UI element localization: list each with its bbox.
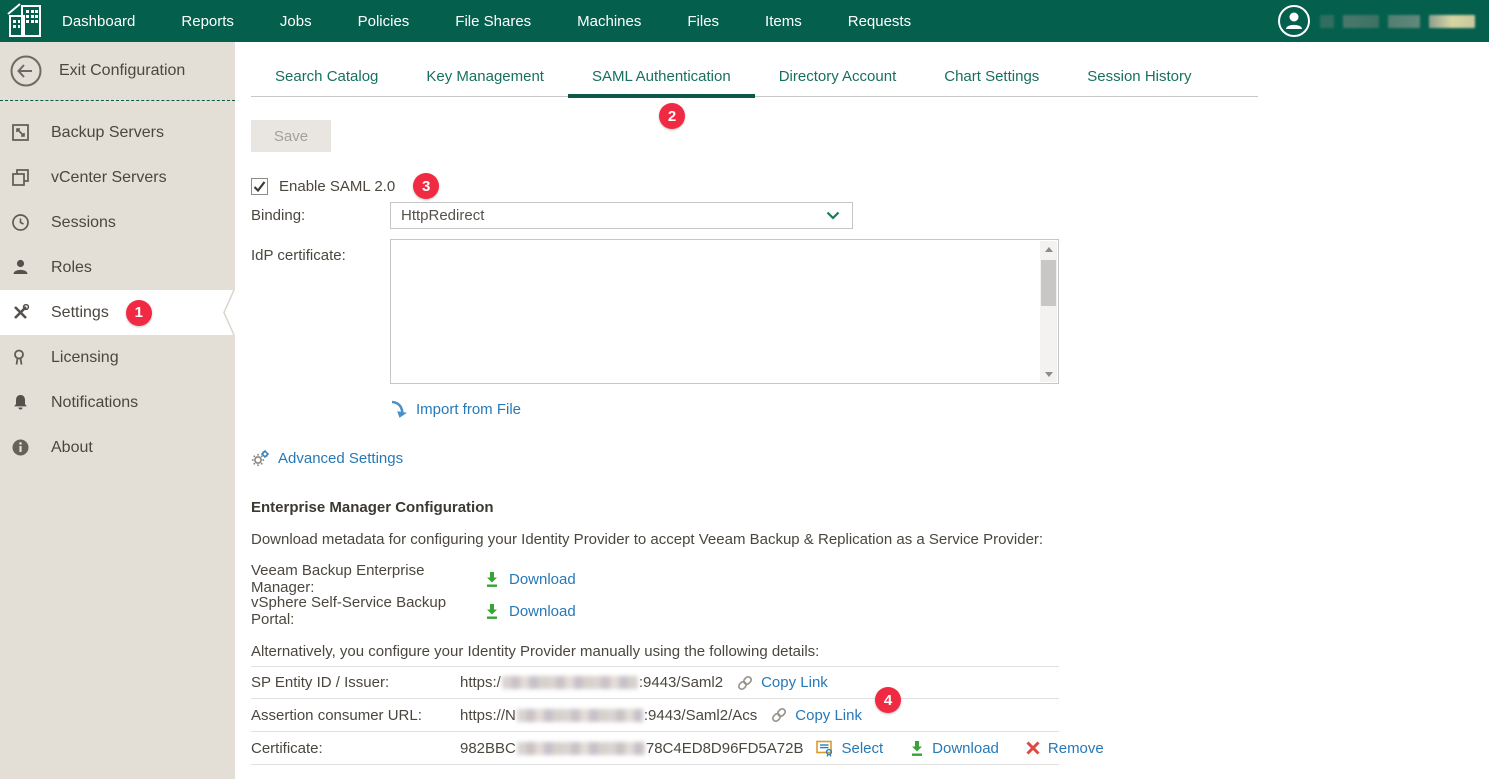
sidebar-item-licensing[interactable]: Licensing [0, 335, 235, 380]
manual-configuration-intro: Alternatively, you configure your Identi… [251, 643, 819, 660]
nav-item-file-shares[interactable]: File Shares [455, 13, 531, 30]
download-icon [484, 571, 500, 588]
sidebar-item-notifications[interactable]: Notifications [0, 380, 235, 425]
nav-item-policies[interactable]: Policies [358, 13, 410, 30]
sidebar-item-settings[interactable]: Settings 1 [0, 290, 235, 335]
scrollbar-thumb[interactable] [1041, 260, 1056, 306]
backup-servers-icon [11, 123, 30, 142]
exit-configuration-button[interactable]: Exit Configuration [0, 42, 235, 100]
download-link[interactable]: Download [509, 603, 576, 620]
scroll-up-button[interactable] [1040, 241, 1057, 257]
copy-link-icon [736, 674, 754, 692]
sidebar-item-vcenter-servers[interactable]: vCenter Servers [0, 155, 235, 200]
tab-session-history[interactable]: Session History [1063, 66, 1215, 96]
tab-saml-authentication[interactable]: SAML Authentication [568, 66, 755, 98]
callout-badge-4: 4 [875, 687, 901, 713]
notifications-bell-icon [11, 393, 30, 412]
licensing-award-icon [11, 348, 30, 367]
nav-menu: Dashboard Reports Jobs Policies File Sha… [62, 13, 911, 30]
nav-item-items[interactable]: Items [765, 13, 802, 30]
select-certificate-icon [816, 740, 834, 757]
scroll-down-button[interactable] [1040, 366, 1057, 382]
veeam-backup-em-download-row: Veeam Backup Enterprise Manager: Downloa… [251, 562, 576, 596]
nav-item-jobs[interactable]: Jobs [280, 13, 312, 30]
import-from-file-link[interactable]: Import from File [390, 400, 521, 418]
sidebar-item-backup-servers[interactable]: Backup Servers [0, 110, 235, 155]
redacted-host [517, 709, 643, 722]
about-info-icon [11, 438, 30, 457]
settings-content: Search Catalog Key Management SAML Authe… [235, 42, 1489, 779]
download-icon [909, 740, 925, 757]
nav-item-requests[interactable]: Requests [848, 13, 911, 30]
sp-entity-id-row: SP Entity ID / Issuer: https:/:9443/Saml… [251, 666, 1059, 699]
binding-dropdown[interactable]: HttpRedirect [390, 202, 853, 229]
nav-item-files[interactable]: Files [687, 13, 719, 30]
sidebar-separator [0, 100, 235, 101]
settings-tools-icon [11, 303, 30, 322]
veeam-logo-icon [0, 0, 54, 42]
settings-tabs: Search Catalog Key Management SAML Authe… [251, 66, 1258, 97]
callout-badge-1: 1 [126, 300, 152, 326]
copy-link[interactable]: Copy Link [795, 707, 862, 724]
remove-x-icon [1025, 740, 1041, 756]
sidebar-item-about[interactable]: About [0, 425, 235, 470]
enterprise-manager-configuration-heading: Enterprise Manager Configuration [251, 499, 494, 516]
certificate-row: Certificate: 982BBC78C4ED8D96FD5A72B Sel… [251, 732, 1059, 765]
sidebar-item-roles[interactable]: Roles [0, 245, 235, 290]
select-link[interactable]: Select [841, 740, 883, 757]
nav-item-reports[interactable]: Reports [181, 13, 234, 30]
assertion-consumer-url-row: Assertion consumer URL: https://N:9443/S… [251, 699, 1059, 732]
enable-saml-label: Enable SAML 2.0 [279, 178, 395, 195]
exit-configuration-label: Exit Configuration [59, 62, 185, 80]
callout-badge-3: 3 [413, 173, 439, 199]
top-navigation: Dashboard Reports Jobs Policies File Sha… [0, 0, 1489, 42]
chevron-down-icon [826, 211, 840, 220]
user-avatar-icon[interactable] [1277, 4, 1311, 38]
download-link[interactable]: Download [509, 571, 576, 588]
idp-certificate-textarea[interactable] [390, 239, 1059, 384]
nav-item-machines[interactable]: Machines [577, 13, 641, 30]
idp-certificate-label: IdP certificate: [251, 247, 346, 264]
callout-badge-2: 2 [659, 103, 685, 129]
redacted-username-block [1320, 15, 1334, 28]
tab-key-management[interactable]: Key Management [402, 66, 568, 96]
textarea-scrollbar[interactable] [1040, 241, 1057, 382]
import-arrow-icon [390, 400, 407, 418]
remove-link[interactable]: Remove [1048, 740, 1104, 757]
redacted-host [502, 676, 638, 689]
sessions-clock-icon [11, 213, 30, 232]
binding-label: Binding: [251, 207, 305, 224]
gears-icon [251, 449, 270, 467]
download-link[interactable]: Download [932, 740, 999, 757]
copy-link[interactable]: Copy Link [761, 674, 828, 691]
sp-details-table: SP Entity ID / Issuer: https:/:9443/Saml… [251, 666, 1059, 765]
tab-search-catalog[interactable]: Search Catalog [251, 66, 402, 96]
redacted-username-block [1388, 15, 1420, 28]
active-item-notch [223, 290, 235, 335]
vcenter-servers-icon [11, 168, 30, 187]
redacted-username-block [1343, 15, 1379, 28]
nav-item-dashboard[interactable]: Dashboard [62, 13, 135, 30]
enable-saml-checkbox[interactable] [251, 178, 268, 195]
save-button[interactable]: Save [251, 120, 331, 152]
binding-selected-value: HttpRedirect [401, 207, 484, 224]
download-metadata-description: Download metadata for configuring your I… [251, 531, 1043, 548]
download-icon [484, 603, 500, 620]
tab-directory-account[interactable]: Directory Account [755, 66, 921, 96]
vsphere-portal-download-row: vSphere Self-Service Backup Portal: Down… [251, 594, 576, 628]
redacted-thumbprint [517, 742, 645, 755]
copy-link-icon [770, 706, 788, 724]
tab-chart-settings[interactable]: Chart Settings [920, 66, 1063, 96]
advanced-settings-link[interactable]: Advanced Settings [251, 449, 403, 467]
configuration-sidebar: Exit Configuration Backup Servers vCente… [0, 42, 235, 779]
redacted-username-block [1429, 15, 1475, 28]
back-arrow-icon [9, 54, 43, 88]
sidebar-item-sessions[interactable]: Sessions [0, 200, 235, 245]
roles-person-icon [11, 258, 30, 277]
